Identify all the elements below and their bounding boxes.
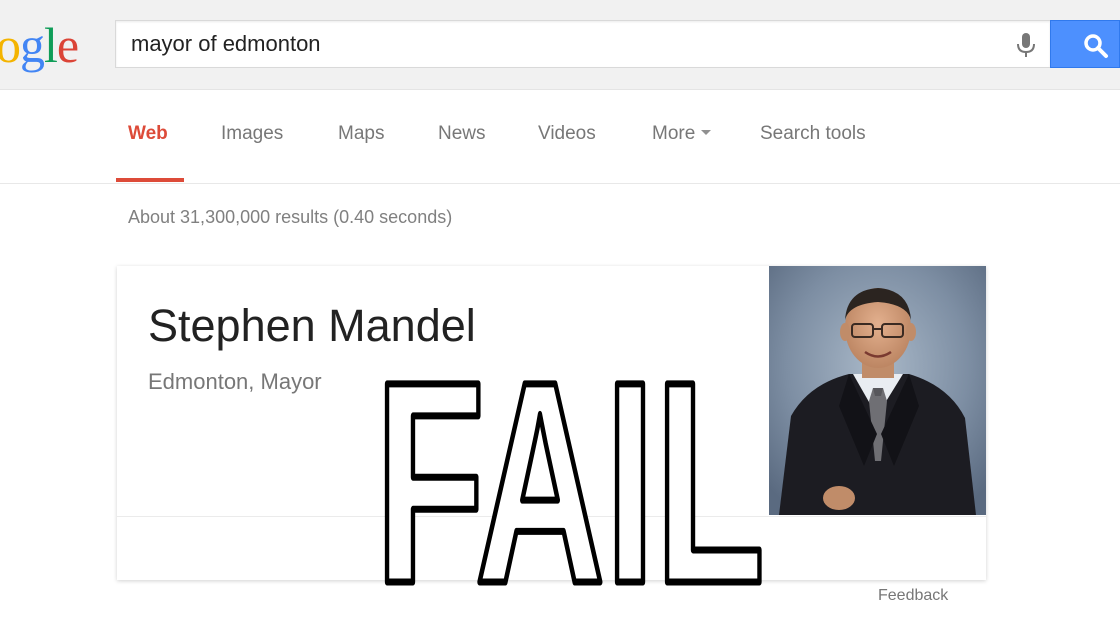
active-tab-indicator	[116, 178, 184, 182]
result-stats: About 31,300,000 results (0.40 seconds)	[128, 207, 453, 227]
tab-videos[interactable]: Videos	[538, 123, 596, 145]
microphone-icon[interactable]	[1011, 30, 1041, 60]
tab-more[interactable]: More	[652, 123, 712, 145]
tab-news[interactable]: News	[438, 123, 486, 145]
magnifier-icon	[1084, 34, 1108, 58]
feedback-link[interactable]: Feedback	[878, 587, 948, 605]
tab-search-tools[interactable]: Search tools	[760, 123, 866, 145]
caret-down-icon	[701, 129, 712, 135]
tab-images[interactable]: Images	[221, 123, 283, 145]
knowledge-panel-title[interactable]: Stephen Mandel	[148, 300, 476, 352]
search-tabs: Web Images Maps News Videos More Search …	[0, 90, 1120, 184]
search-box[interactable]	[115, 20, 1051, 68]
search-header: ogle	[0, 0, 1120, 90]
tab-maps[interactable]: Maps	[338, 123, 384, 145]
tab-more-label: More	[652, 123, 696, 144]
person-photo[interactable]	[769, 266, 986, 515]
fail-text: FAIL	[375, 360, 765, 600]
tab-web[interactable]: Web	[128, 123, 168, 145]
google-logo[interactable]: ogle	[0, 16, 100, 76]
search-button[interactable]	[1050, 20, 1120, 68]
search-input[interactable]	[131, 21, 991, 67]
fail-overlay: FAIL	[360, 319, 780, 630]
knowledge-panel-subtitle: Edmonton, Mayor	[148, 369, 322, 394]
